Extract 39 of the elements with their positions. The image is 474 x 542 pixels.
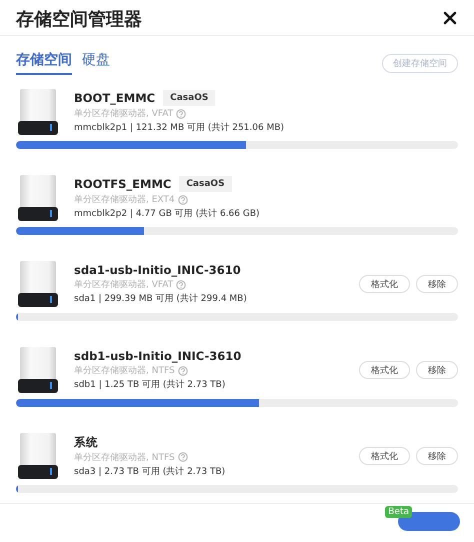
hard-drive-icon <box>18 261 58 307</box>
volume-name: ROOTFS_EMMC <box>74 177 172 191</box>
action-button[interactable]: 格式化 <box>359 275 410 293</box>
hard-drive-icon <box>18 347 58 393</box>
volume-description: 单分区存储驱动器, VFAT <box>74 278 174 291</box>
volume-description: 单分区存储驱动器, NTFS <box>74 364 175 377</box>
action-button[interactable]: 格式化 <box>359 447 410 465</box>
volume-description: 单分区存储驱动器, VFAT <box>74 108 174 120</box>
close-icon <box>443 10 457 24</box>
usage-text: sda3 | 2.73 TB 可用 (共计 2.73 TB) <box>74 466 226 478</box>
hard-drive-icon <box>18 175 58 221</box>
action-button[interactable]: 移除 <box>416 361 458 379</box>
beta-badge: Beta <box>385 506 412 518</box>
volume-name: sdb1-usb-Initio_INIC-3610 <box>74 349 242 363</box>
action-button[interactable]: 移除 <box>416 275 458 293</box>
os-tag: CasaOS <box>163 90 216 106</box>
hard-drive-icon <box>18 89 58 135</box>
volume-name: BOOT_EMMC <box>74 91 156 105</box>
hard-drive-icon <box>18 433 58 479</box>
action-button[interactable]: 移除 <box>416 447 458 465</box>
volume-description: 单分区存储驱动器, EXT4 <box>74 194 175 206</box>
help-icon[interactable] <box>178 452 188 462</box>
usage-text: sdb1 | 1.25 TB 可用 (共计 2.73 TB) <box>74 378 226 391</box>
window-title: 存储空间管理器 <box>16 8 142 30</box>
help-icon[interactable] <box>178 366 188 376</box>
os-tag: CasaOS <box>179 176 232 192</box>
usage-text: mmcblk2p2 | 4.77 GB 可用 (共计 6.66 GB) <box>74 208 261 220</box>
help-icon[interactable] <box>178 194 188 204</box>
tab[interactable]: 硬盘 <box>82 51 110 75</box>
action-button[interactable]: 格式化 <box>359 361 410 379</box>
tab[interactable]: 存储空间 <box>16 51 72 75</box>
help-icon[interactable] <box>176 280 186 290</box>
volume-name: sda1-usb-Initio_INIC-3610 <box>74 263 241 277</box>
close-button[interactable] <box>442 10 458 26</box>
help-icon[interactable] <box>176 108 186 118</box>
volume-name: 系统 <box>74 434 98 450</box>
usage-text: mmcblk2p1 | 121.32 MB 可用 (共计 251.06 MB) <box>74 122 286 134</box>
volume-description: 单分区存储驱动器, NTFS <box>74 452 175 464</box>
usage-text: sda1 | 299.39 MB 可用 (共计 299.4 MB) <box>74 292 248 305</box>
